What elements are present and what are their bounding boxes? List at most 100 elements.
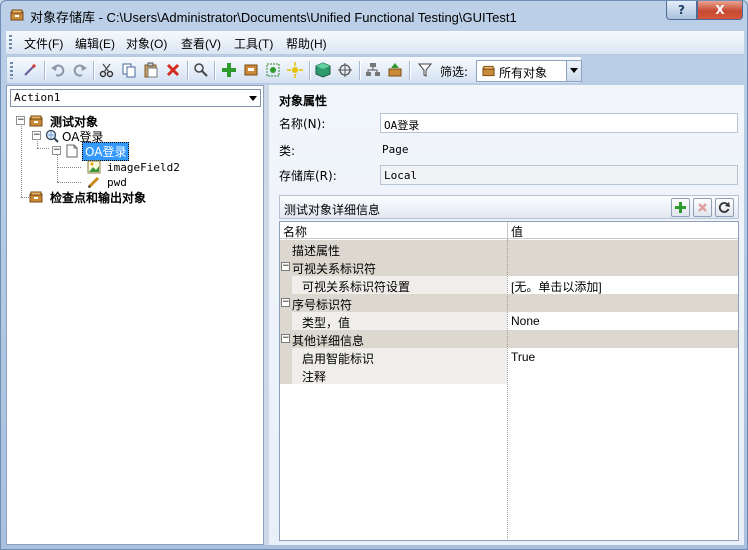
add-property-button[interactable] <box>671 198 690 217</box>
tree-label-checkpoints: 检查点和输出对象 <box>50 190 147 205</box>
redo-icon <box>73 64 87 77</box>
menu-file[interactable]: 文件(F) <box>24 35 63 52</box>
filter-dropdown[interactable]: 所有对象 <box>476 60 582 82</box>
grid-row-visual-relation-settings[interactable]: 可视关系标识符设置 [无。单击以添加] <box>280 276 738 294</box>
action-dropdown[interactable]: Action1 <box>10 89 261 107</box>
chevron-down-icon <box>570 68 578 73</box>
close-button[interactable]: X <box>697 1 743 20</box>
object-tree: − 测试对象 − OA登录 − OA登录 imageField2 pwd 检查点… <box>7 112 263 542</box>
grid-group-visual-relation[interactable]: − 可视关系标识符 <box>280 258 738 276</box>
class-label: 类: <box>279 144 296 158</box>
toolbar-grip[interactable] <box>10 62 13 79</box>
grid-key: 注释 <box>302 370 327 384</box>
main-toolbar: 筛选: 所有对象 <box>6 56 582 84</box>
refresh-icon <box>718 202 730 213</box>
locate-button[interactable] <box>335 60 355 80</box>
repository-icon <box>29 115 43 127</box>
grid-key: 可视关系标识符设置 <box>302 280 411 294</box>
cut-button[interactable] <box>97 60 117 80</box>
grid-value[interactable]: True <box>511 350 535 364</box>
window-title: 对象存储库 - C:\Users\Administrator\Documents… <box>30 10 517 25</box>
grid-key: 类型，值 <box>302 316 351 330</box>
menu-view[interactable]: 查看(V) <box>181 35 221 52</box>
associate-repository-button[interactable] <box>363 60 383 80</box>
magic-wand-icon <box>24 64 36 76</box>
collapse-icon[interactable]: − <box>16 116 25 125</box>
copy-button[interactable] <box>119 60 139 80</box>
test-object-details-header: 测试对象详细信息 <box>279 195 739 219</box>
tree-label-pwd: pwd <box>107 175 127 189</box>
test-object-details-title: 测试对象详细信息 <box>284 203 381 217</box>
update-icon <box>244 64 258 76</box>
add-object-button[interactable] <box>219 60 239 80</box>
navigate-learn-button[interactable] <box>263 60 283 80</box>
undo-icon <box>51 64 65 77</box>
export-button[interactable] <box>385 60 405 80</box>
undo-button[interactable] <box>48 60 68 80</box>
grid-row-type-value[interactable]: 类型，值 None <box>280 312 738 330</box>
plus-icon <box>222 63 236 77</box>
help-button[interactable]: ? <box>666 1 697 20</box>
remove-property-button[interactable] <box>693 198 712 217</box>
scissors-icon <box>99 63 114 78</box>
filter-dropdown-arrow[interactable] <box>566 61 581 81</box>
grid-value[interactable]: None <box>511 314 540 328</box>
object-properties-title: 对象属性 <box>279 94 328 108</box>
grid-header: 名称 值 <box>280 222 738 239</box>
object-properties-button[interactable] <box>313 60 333 80</box>
cube-icon <box>315 62 331 78</box>
filter-value: 所有对象 <box>499 66 548 80</box>
find-button[interactable] <box>191 60 211 80</box>
grid-key: 描述属性 <box>292 244 341 258</box>
collapse-icon[interactable]: − <box>32 131 41 140</box>
grid-group-other-details[interactable]: − 其他详细信息 <box>280 330 738 348</box>
collapse-icon[interactable]: − <box>281 262 290 271</box>
grid-group-ordinal-identifier[interactable]: − 序号标识符 <box>280 294 738 312</box>
menu-object[interactable]: 对象(O) <box>126 35 167 52</box>
grid-value[interactable]: [无。单击以添加] <box>511 278 602 295</box>
grid-key: 可视关系标识符 <box>292 262 377 276</box>
name-field[interactable]: OA登录 <box>380 113 738 133</box>
redo-button[interactable] <box>70 60 90 80</box>
repository-label: 存储库(R): <box>279 169 337 183</box>
tree-node-checkpoints[interactable]: 检查点和输出对象 <box>29 189 146 205</box>
column-header-value[interactable]: 值 <box>511 223 523 240</box>
filter-label: 筛选: <box>440 65 469 79</box>
repository-icon <box>29 191 43 203</box>
menu-tools[interactable]: 工具(T) <box>234 35 273 52</box>
plus-icon <box>675 202 686 213</box>
title-bar[interactable]: 对象存储库 - C:\Users\Administrator\Documents… <box>1 1 747 31</box>
repository-field: Local <box>380 165 738 185</box>
tree-node-page[interactable]: − OA登录 <box>52 141 130 161</box>
hierarchy-icon <box>366 63 380 76</box>
name-label: 名称(N): <box>279 117 326 131</box>
reset-properties-button[interactable] <box>715 198 734 217</box>
magnifier-icon <box>194 63 208 77</box>
grid-key: 启用智能标识 <box>302 352 375 366</box>
object-repository-window: 对象存储库 - C:\Users\Administrator\Documents… <box>0 0 748 550</box>
grid-key: 序号标识符 <box>292 298 353 312</box>
delete-x-icon <box>166 63 180 77</box>
grid-row-description-properties[interactable]: 描述属性 <box>280 240 738 258</box>
collapse-icon[interactable]: − <box>281 334 290 343</box>
menu-help[interactable]: 帮助(H) <box>286 35 327 52</box>
tree-node-image-field[interactable]: imageField2 <box>87 159 180 175</box>
grid-row-smart-identification[interactable]: 启用智能标识 True <box>280 348 738 366</box>
column-header-name[interactable]: 名称 <box>283 223 307 240</box>
highlight-button[interactable] <box>285 60 305 80</box>
chevron-down-icon <box>249 96 257 101</box>
paste-button[interactable] <box>141 60 161 80</box>
grid-row-comment[interactable]: 注释 <box>280 366 738 384</box>
image-icon <box>87 160 101 174</box>
menubar-grip[interactable] <box>9 35 12 51</box>
delete-button[interactable] <box>163 60 183 80</box>
menu-edit[interactable]: 编辑(E) <box>75 35 115 52</box>
update-from-app-button[interactable] <box>241 60 261 80</box>
edit-field-icon <box>87 176 100 189</box>
collapse-icon[interactable]: − <box>52 146 61 155</box>
collapse-icon[interactable]: − <box>281 298 290 307</box>
copy-icon <box>122 63 136 78</box>
menu-bar: 文件(F) 编辑(E) 对象(O) 查看(V) 工具(T) 帮助(H) <box>6 31 744 55</box>
object-spy-button[interactable] <box>20 60 40 80</box>
details-grid: 名称 值 描述属性 − 可视关系标识符 可视关系标识符设置 [无。单击以添加] <box>279 221 739 541</box>
